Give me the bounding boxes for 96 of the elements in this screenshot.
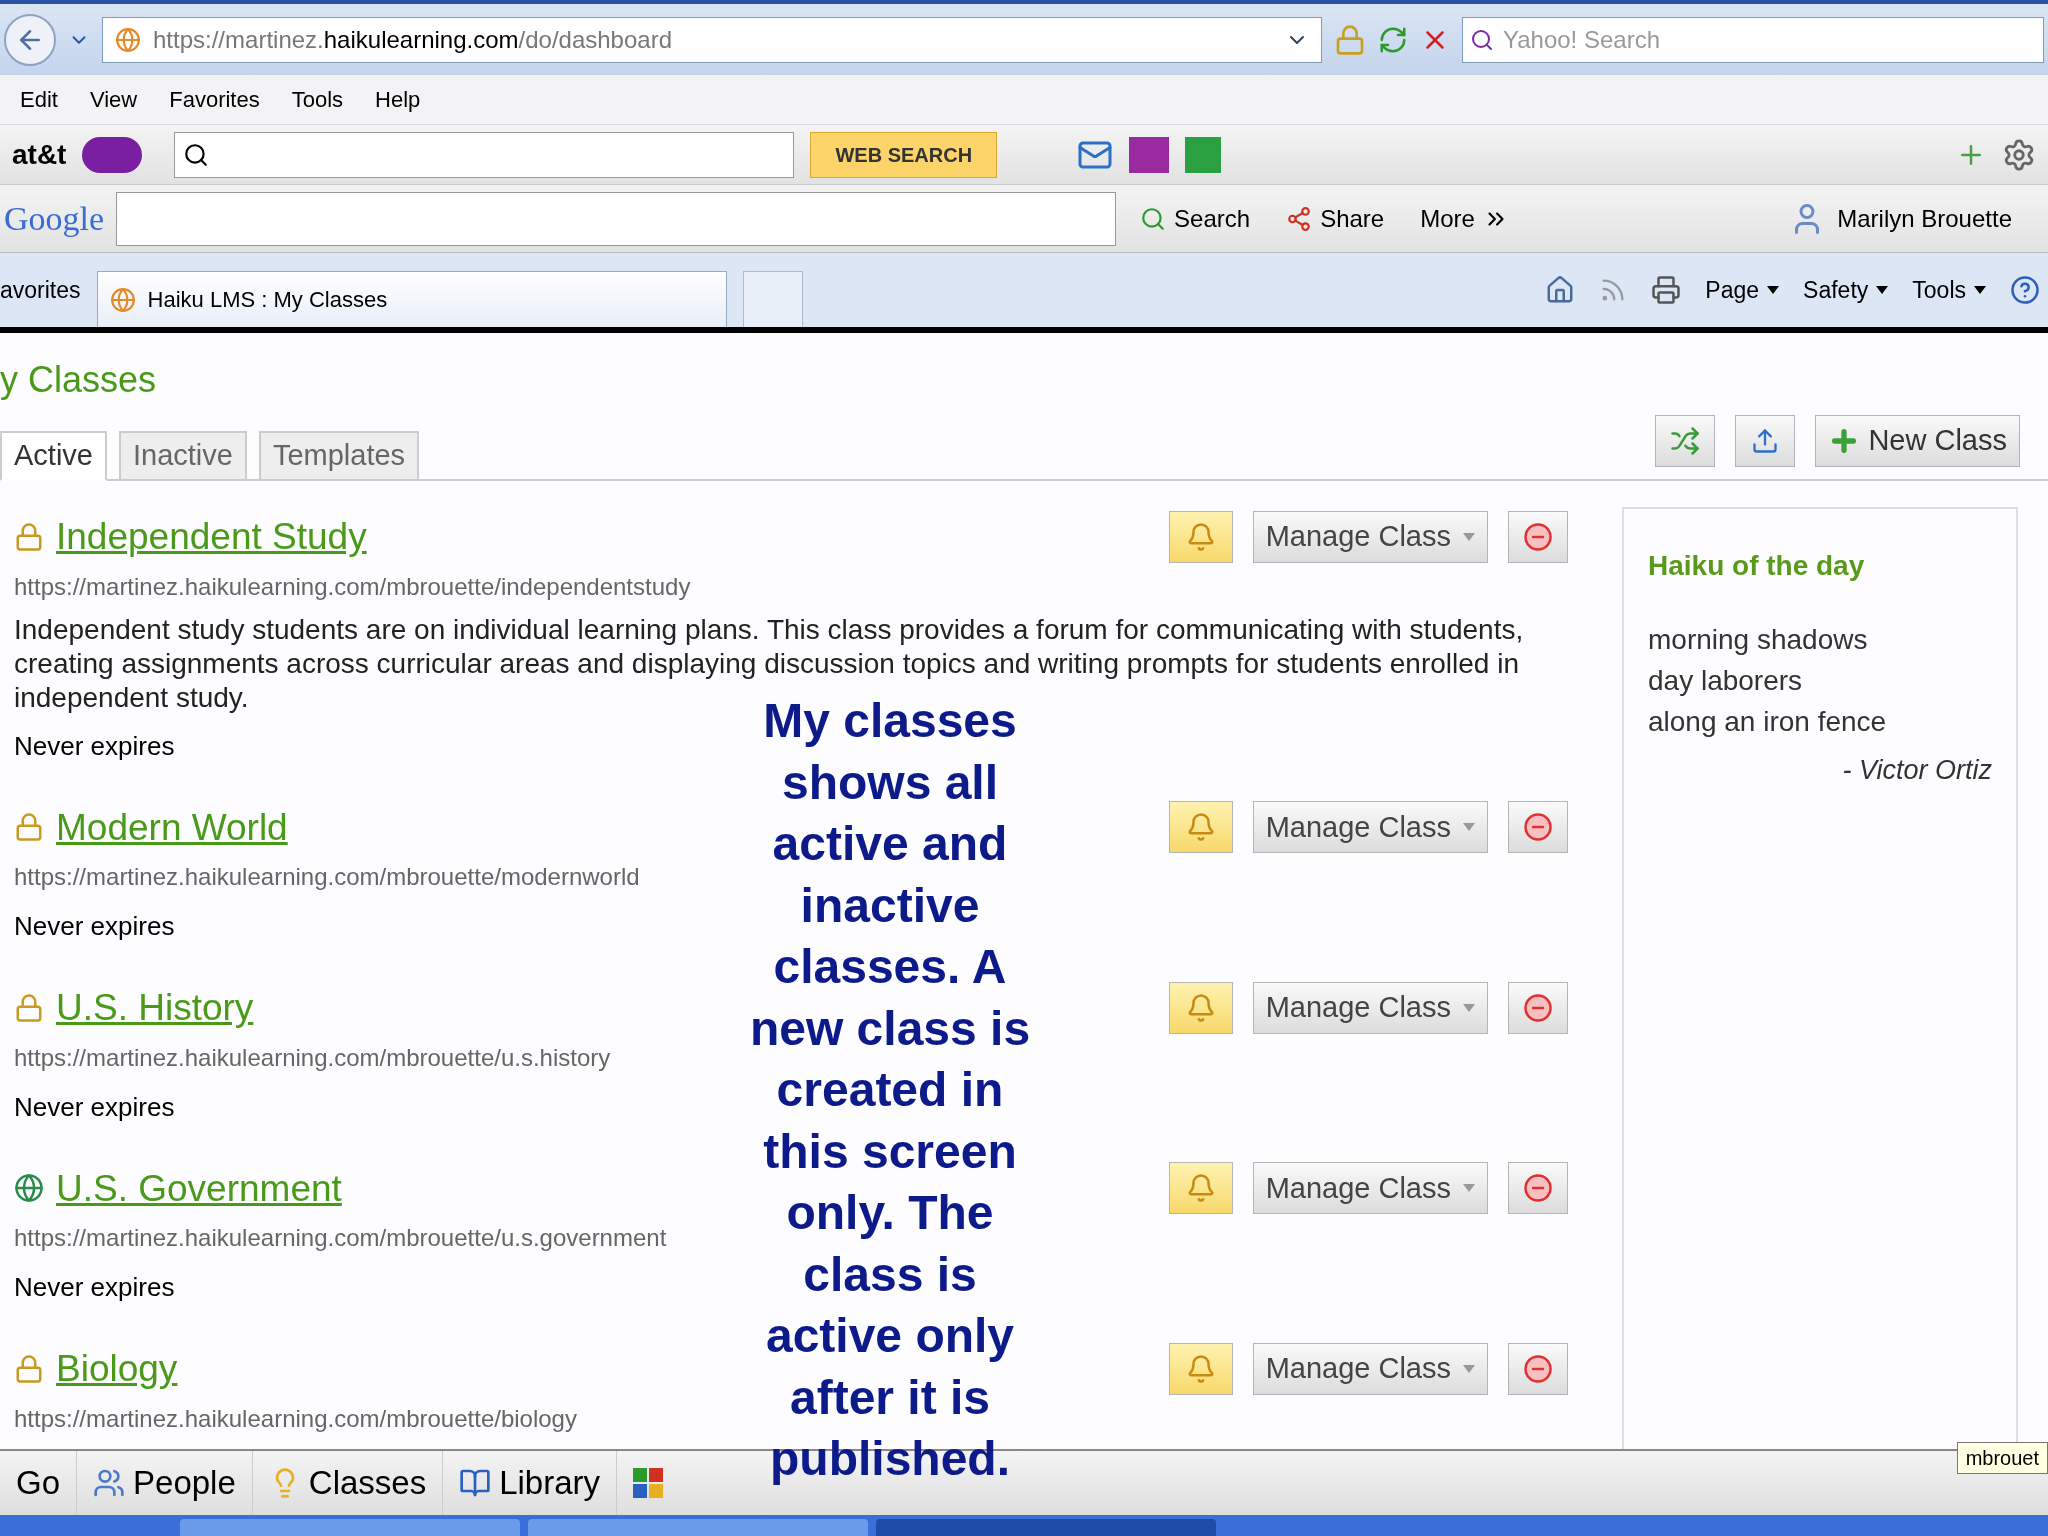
toolbar-button[interactable]: More: [1408, 200, 1521, 237]
manage-class-button[interactable]: Manage Class: [1252, 1342, 1488, 1395]
lock-icon: [14, 812, 44, 843]
command-menu[interactable]: Tools: [1912, 272, 1986, 308]
notify-button[interactable]: [1168, 981, 1233, 1034]
book-icon: [459, 1467, 492, 1499]
lock-icon: [14, 1353, 44, 1384]
toolbar-button[interactable]: Search: [1128, 200, 1263, 237]
site-icon: [115, 26, 141, 53]
remove-button[interactable]: [1508, 801, 1568, 854]
toolbar-icon[interactable]: [1129, 136, 1170, 173]
search-field[interactable]: [116, 191, 1117, 246]
haiku-heading: Haiku of the day: [1648, 549, 1866, 583]
class-url: https://martinez.haikulearning.com/mbrouette/u.s.government: [14, 1223, 667, 1253]
class-url: https://martinez.haikulearning.com/mbrouette/modernworld: [14, 862, 640, 892]
menu-item[interactable]: Tools: [291, 83, 344, 116]
caret-icon: [1876, 286, 1889, 294]
minus-circle-icon: [1523, 992, 1553, 1023]
caret-icon: [1767, 286, 1780, 294]
expiry-text: Never expires: [14, 1090, 175, 1124]
shuffle-icon: [1670, 426, 1701, 456]
notify-button[interactable]: [1168, 510, 1233, 563]
lock-icon: [14, 992, 44, 1023]
notify-button[interactable]: [1168, 801, 1233, 854]
minus-circle-icon: [1523, 812, 1553, 843]
command-menu[interactable]: Page: [1705, 272, 1780, 308]
caret-icon: [1463, 1184, 1475, 1193]
manage-class-button[interactable]: Manage Class: [1252, 1162, 1488, 1215]
page-title: y Classes: [0, 358, 157, 402]
toolbar-button[interactable]: Share: [1274, 200, 1397, 237]
app-grid-icon[interactable]: [633, 1468, 664, 1498]
remove-button[interactable]: [1508, 1162, 1568, 1215]
people-icon: [93, 1467, 126, 1499]
search-icon: [1140, 205, 1167, 232]
caret-icon: [1463, 823, 1475, 832]
back-button[interactable]: [4, 13, 56, 66]
new-class-button[interactable]: New Class: [1815, 415, 2020, 467]
brand-logo[interactable]: at&t: [12, 133, 67, 176]
haiku-line: day laborers: [1648, 664, 1804, 698]
notify-button[interactable]: [1168, 1162, 1233, 1215]
lock-icon: [14, 521, 44, 552]
haiku-line: along an iron fence: [1648, 705, 1888, 739]
minus-circle-icon: [1523, 1173, 1553, 1204]
class-url: https://martinez.haikulearning.com/mbrouette/independentstudy: [14, 571, 691, 602]
search-field[interactable]: [174, 131, 795, 178]
tab[interactable]: Active: [0, 431, 107, 481]
user-name[interactable]: Marilyn Brouette: [1837, 200, 2012, 237]
manage-class-button[interactable]: Manage Class: [1252, 801, 1488, 854]
home-icon[interactable]: [1545, 275, 1576, 305]
class-url: https://martinez.haikulearning.com/mbrouette/biology: [14, 1403, 577, 1434]
upload-button[interactable]: [1735, 415, 1796, 467]
remove-button[interactable]: [1508, 981, 1568, 1034]
haiku-line: morning shadows: [1648, 623, 1869, 657]
minus-circle-icon: [1523, 521, 1553, 552]
globe-icon: [14, 1173, 44, 1204]
search-field[interactable]: Yahoo! Search: [1462, 16, 2044, 63]
browser-tab[interactable]: Haiku LMS : My Classes: [96, 271, 727, 327]
help-icon[interactable]: [2010, 275, 2040, 305]
menu-item[interactable]: Favorites: [169, 83, 260, 116]
menu-item[interactable]: Edit: [20, 83, 58, 116]
share-icon: [1286, 205, 1313, 232]
settings-icon[interactable]: [2002, 137, 2036, 172]
site-icon: [109, 286, 136, 313]
toolbar-logo-icon[interactable]: [82, 136, 143, 173]
remove-button[interactable]: [1508, 1342, 1568, 1395]
class-url: https://martinez.haikulearning.com/mbrouette/u.s.history: [14, 1042, 611, 1073]
haiku-author: - Victor Ortiz: [1842, 754, 1992, 787]
caret-icon: [1463, 1364, 1475, 1373]
favorites-label[interactable]: avorites: [0, 272, 81, 308]
tab[interactable]: Templates: [258, 431, 420, 481]
caret-icon: [1974, 286, 1986, 294]
menu-item[interactable]: View: [89, 83, 138, 116]
upload-icon: [1751, 427, 1780, 455]
address-field[interactable]: https://martinez.haikulearning.com/do/dashboard: [102, 16, 1322, 63]
print-icon[interactable]: [1651, 275, 1682, 305]
notify-button[interactable]: [1168, 1342, 1233, 1395]
search-icon: [1470, 27, 1494, 52]
remove-button[interactable]: [1508, 510, 1568, 563]
caret-icon: [1463, 532, 1475, 541]
tooltip: mbrouet: [1956, 1442, 2048, 1474]
toolbar-icon[interactable]: [1185, 136, 1222, 173]
manage-class-button[interactable]: Manage Class: [1252, 981, 1488, 1034]
web-search-button[interactable]: WEB SEARCH: [810, 131, 998, 178]
tab[interactable]: Inactive: [119, 431, 247, 481]
expiry-text: Never expires: [14, 729, 175, 763]
command-menu[interactable]: Safety: [1803, 272, 1889, 308]
shuffle-button[interactable]: [1655, 415, 1716, 467]
expiry-text: Never expires: [14, 1271, 175, 1304]
address-text: https://martinez.haikulearning.com/do/dashboard: [153, 24, 672, 55]
google-logo: Google: [4, 199, 105, 239]
caret-icon: [1463, 1003, 1475, 1012]
minus-circle-icon: [1523, 1353, 1553, 1384]
manage-class-button[interactable]: Manage Class: [1252, 510, 1488, 563]
search-icon: [183, 141, 210, 168]
expiry-text: Never expires: [14, 910, 175, 943]
menu-item[interactable]: Help: [375, 83, 421, 116]
